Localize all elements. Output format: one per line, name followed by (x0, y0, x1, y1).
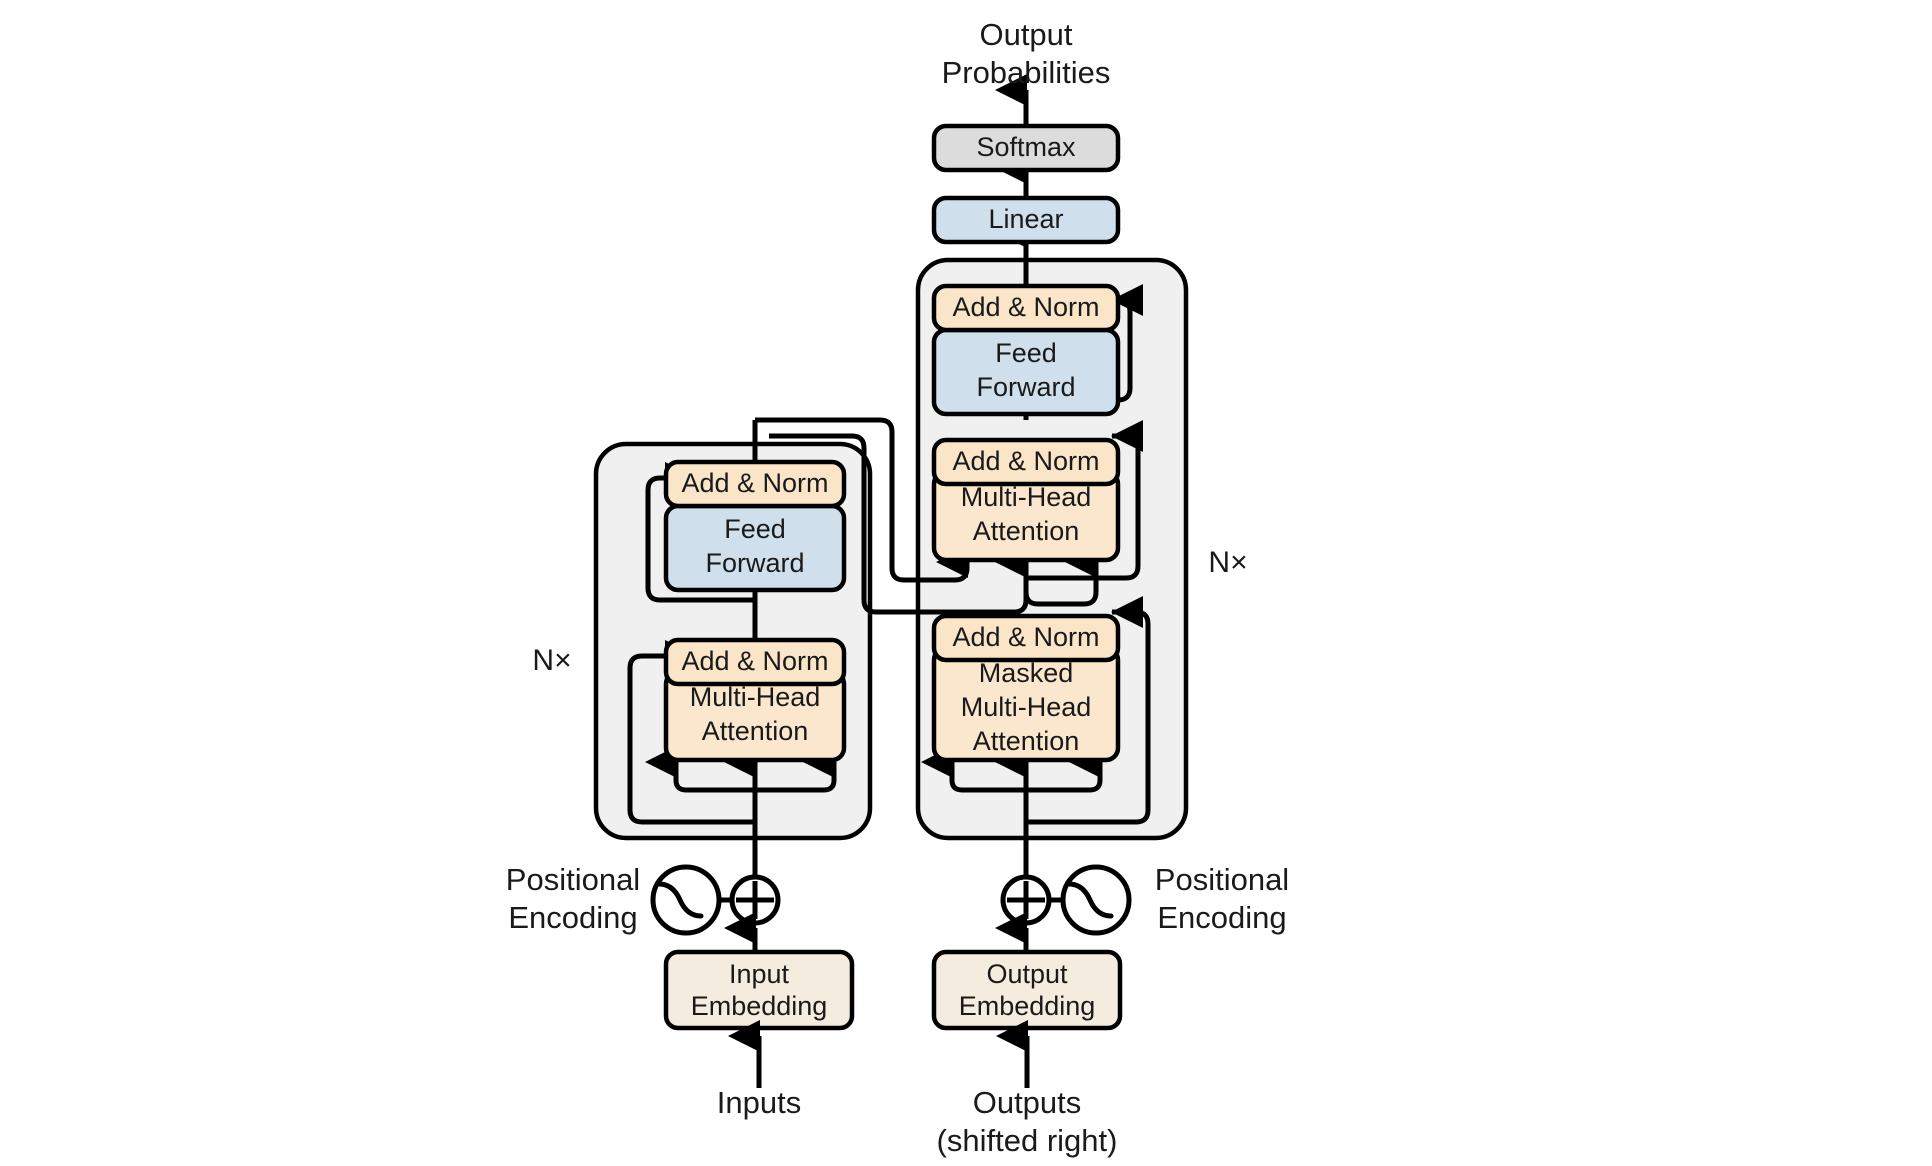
input-embedding-label-line1: Input (729, 959, 790, 989)
decoder-feed-forward-label-line1: Feed (995, 338, 1057, 368)
encoder-feed-forward-label-line2: Forward (705, 548, 804, 578)
decoder-positional-label-line2: Encoding (1157, 900, 1286, 935)
decoder-masked-attention-label-line3: Attention (973, 726, 1080, 756)
inputs-label: Inputs (717, 1085, 801, 1120)
decoder-masked-attention-label-line1: Masked (979, 658, 1074, 688)
linear-label: Linear (988, 204, 1063, 234)
encoder-attention-label-line1: Multi-Head (690, 682, 821, 712)
output-embedding-label-line1: Output (986, 959, 1068, 989)
input-embedding-label-line2: Embedding (691, 991, 828, 1021)
decoder-add-norm-top-label: Add & Norm (952, 292, 1099, 322)
decoder-masked-attention-label-line2: Multi-Head (961, 692, 1092, 722)
encoder-add-norm-top-label: Add & Norm (681, 468, 828, 498)
encoder-positional-encoding-icon (650, 864, 722, 936)
encoder-nx-label: N× (532, 644, 571, 677)
decoder-nx-label: N× (1208, 546, 1247, 579)
encoder-positional-label-line1: Positional (506, 862, 640, 897)
diagram-canvas: Multi-Head Attention Add & Norm Feed For… (506, 17, 1289, 1158)
softmax-label: Softmax (976, 132, 1076, 162)
output-probabilities-label-line2: Probabilities (942, 55, 1111, 90)
decoder-cross-attention-label-line1: Multi-Head (961, 482, 1092, 512)
decoder-positional-encoding-icon (1060, 864, 1132, 936)
outputs-label-line1: Outputs (973, 1085, 1082, 1120)
decoder-cross-attention-label-line2: Attention (973, 516, 1080, 546)
output-probabilities-label-line1: Output (979, 17, 1072, 52)
encoder-attention-label-line2: Attention (702, 716, 809, 746)
decoder-feed-forward-label-line2: Forward (976, 372, 1075, 402)
decoder-positional-label-line1: Positional (1155, 862, 1289, 897)
decoder-add-norm-mid-label: Add & Norm (952, 446, 1099, 476)
transformer-architecture-diagram: Multi-Head Attention Add & Norm Feed For… (0, 0, 1932, 1166)
encoder-positional-label-line2: Encoding (508, 900, 637, 935)
encoder-feed-forward-label-line1: Feed (724, 514, 786, 544)
encoder-add-norm-bottom-label: Add & Norm (681, 646, 828, 676)
output-embedding-label-line2: Embedding (959, 991, 1096, 1021)
decoder-add-norm-bottom-label: Add & Norm (952, 622, 1099, 652)
outputs-label-line2: (shifted right) (937, 1123, 1118, 1158)
